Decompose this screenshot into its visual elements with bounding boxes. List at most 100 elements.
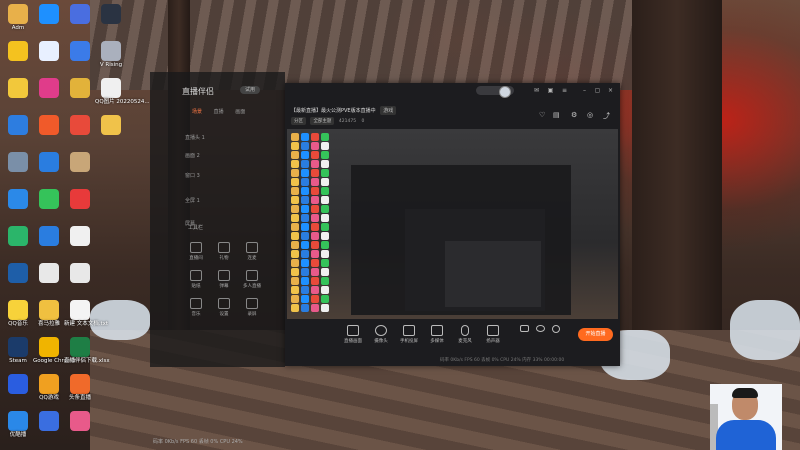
settings-gear-icon[interactable] [551,325,561,335]
tool-button[interactable]: 连麦 [238,240,266,264]
preview-mini-icon [301,196,309,204]
desktop-icon[interactable] [33,152,65,173]
desktop-icon[interactable] [2,189,34,210]
scene-item[interactable]: 全屏 1 [185,197,200,204]
minimize-icon[interactable]: – [581,87,588,94]
desktop-icon[interactable] [64,152,96,173]
desktop-icon[interactable] [2,41,34,62]
tool-button[interactable]: 录屏 [238,296,266,320]
desktop-icon[interactable]: 头条直播 [64,374,96,402]
speaker-icon [487,325,499,336]
speaker-button[interactable]: 扬声器 [479,325,507,344]
desktop-icon[interactable] [33,115,65,136]
stream-preview[interactable] [287,129,618,319]
desktop-icon[interactable] [64,115,96,136]
streaming-main-window[interactable]: ✉ ▣ ≡ – ▢ × 【最新直播】最火公测PVE版本直播中 游戏 分区 全部主… [285,83,620,366]
menu-icon[interactable]: ≡ [561,87,568,94]
mic-button[interactable]: 麦克风 [451,325,479,344]
eye-icon[interactable] [535,325,545,334]
desktop-icon[interactable]: Adm [2,4,34,32]
desktop-icon[interactable] [33,4,65,25]
record-icon[interactable] [519,325,529,334]
close-icon[interactable]: × [607,87,614,94]
maximize-icon[interactable]: ▢ [594,87,601,94]
title-bar: ✉ ▣ ≡ – ▢ × [285,83,620,98]
background-streaming-app[interactable]: 直播伴侣 试用 场景 直播 画面 直播头 1 画面 2 窗口 3 全屏 1 屏幕… [150,72,285,367]
desktop-icon[interactable] [2,263,34,284]
screen-button[interactable]: 直播画面 [339,325,367,344]
desktop-icon[interactable]: 优酷播 [2,411,34,439]
settings-icon[interactable]: ⚙ [571,111,577,119]
desktop-icon[interactable] [64,4,96,25]
desktop-icon[interactable] [64,263,96,284]
partition-tag[interactable]: 分区 [291,117,306,125]
preview-mini-icon [311,286,319,294]
scene-item[interactable]: 直播头 1 [185,134,205,141]
desktop-icon[interactable] [2,78,34,99]
desktop-icon[interactable] [2,152,34,173]
phone-icon [403,325,415,336]
desktop-icon[interactable]: Steam [2,337,34,365]
category-tag[interactable]: 游戏 [380,106,397,115]
desktop-icon[interactable]: QQ图片 20220524... [95,78,150,106]
desktop-icon[interactable] [95,115,127,136]
tab-scene[interactable]: 场景 [192,109,202,115]
desktop-icon[interactable] [33,226,65,247]
desktop-icon[interactable] [64,78,96,99]
desktop-icon[interactable]: 喜马拉雅 [33,300,65,328]
tool-button[interactable]: 音乐 [182,296,210,320]
tools-title: 工具栏 [188,225,204,231]
preview-mini-icon [311,259,319,267]
fan-icon[interactable]: ♡ [539,111,545,119]
app-icon [8,337,28,357]
desktop-icon[interactable] [2,115,34,136]
desktop-icon[interactable]: QQ游戏 [33,374,65,402]
desktop-icon[interactable] [64,411,96,432]
topic-tag[interactable]: 全部主题 [310,117,335,125]
desktop-icon[interactable]: QQ音乐 [2,300,34,328]
tool-button[interactable]: 直播间 [182,240,210,264]
preview-mini-icon [291,133,299,141]
lock-icon[interactable]: ▤ [553,111,560,119]
tab-canvas[interactable]: 画面 [235,109,245,115]
gift-icon[interactable]: ▣ [547,87,554,94]
desktop-icon[interactable]: V Rising [95,41,127,69]
app-icon [39,152,59,172]
tool-icon [190,298,202,309]
desktop-icon[interactable] [64,41,96,62]
message-icon[interactable]: ✉ [533,87,540,94]
tool-icon [190,242,202,253]
desktop-icon[interactable] [64,226,96,247]
desktop-icon[interactable] [2,374,34,395]
scene-item[interactable]: 窗口 3 [185,172,200,179]
preview-mini-icon [301,178,309,186]
tab-live[interactable]: 直播 [214,109,224,115]
bell-icon[interactable]: ◎ [587,111,593,119]
tool-button[interactable]: 贴纸 [182,268,210,292]
tool-button[interactable]: 多人直播 [238,268,266,292]
desktop-icon[interactable] [33,189,65,210]
stream-title[interactable]: 【最新直播】最火公测PVE版本直播中 [291,108,376,114]
share-icon[interactable]: ⤴ [603,111,610,121]
desktop-icon[interactable] [2,226,34,247]
phone-cast-button[interactable]: 手机投屏 [395,325,423,344]
desktop-icon[interactable] [33,41,65,62]
media-button[interactable]: 多媒体 [423,325,451,344]
desktop-icon[interactable] [33,411,65,432]
main-status-bar: 码率 0Kb/s FPS 60 丢帧 0% CPU 24% 内存 33% 00:… [440,358,565,363]
app-icon [8,152,28,172]
desktop-icon[interactable]: 直播伴侣下载.xlsx [64,337,110,365]
desktop-icon[interactable] [33,78,65,99]
desktop-icon[interactable]: Google Chrome [33,337,76,365]
desktop-icon[interactable]: 新建 文本文档.txt [64,300,108,328]
start-live-button[interactable]: 开始直播 [578,328,613,341]
desktop-icon[interactable] [64,189,96,210]
tool-button[interactable]: 礼物 [210,240,238,264]
desktop-icon[interactable] [33,263,65,284]
desktop-icon[interactable] [95,4,127,25]
tool-button[interactable]: 设置 [210,296,238,320]
scene-item[interactable]: 画面 2 [185,152,200,159]
tool-button[interactable]: 弹幕 [210,268,238,292]
avatar[interactable] [499,86,511,98]
camera-button[interactable]: 摄像头 [367,325,395,344]
